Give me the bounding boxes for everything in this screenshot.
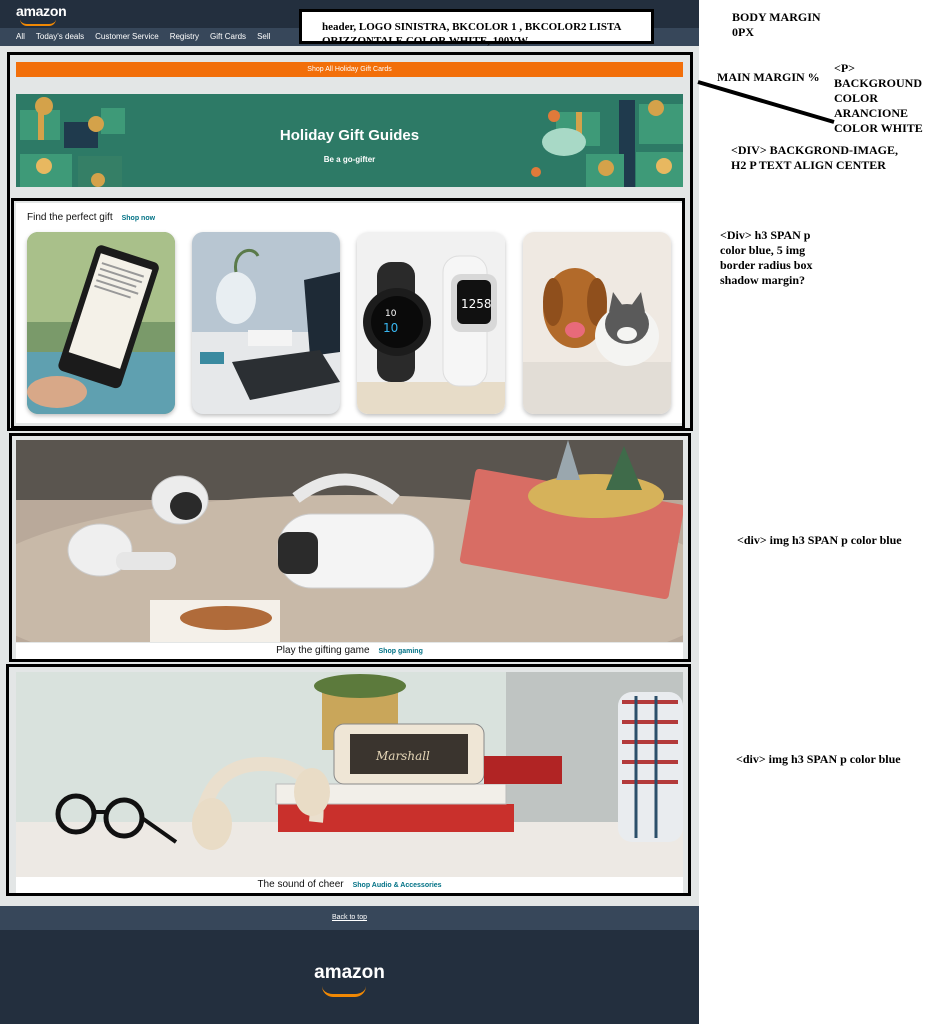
footer-logo-smile-icon — [322, 986, 366, 997]
footer-amazon-logo[interactable]: amazon — [0, 962, 699, 984]
nav-item-gift-cards[interactable]: Gift Cards — [210, 32, 246, 42]
annotation-div-bg-note: <DIV> BACKGROND-IMAGE, H2 P TEXT ALIGN C… — [731, 143, 899, 172]
annotation-gaming-outline — [9, 433, 691, 662]
annotation-div-img-note-2: <div> img h3 SPAN p color blue — [736, 752, 901, 766]
nav-item-customer-service[interactable]: Customer Service — [95, 32, 159, 42]
annotation-body-margin: BODY MARGIN 0PX — [732, 10, 821, 39]
amazon-page: amazon All Today's deals Customer Servic… — [0, 0, 699, 1024]
annotation-div-h3-note: <Div> h3 SPAN p color blue, 5 img border… — [720, 228, 813, 287]
annotation-audio-outline — [6, 664, 691, 896]
annotation-p-note: <P> BACKGROUND COLOR ARANCIONE COLOR WHI… — [834, 61, 923, 135]
nav-item-sell[interactable]: Sell — [257, 32, 270, 42]
back-to-top-link[interactable]: Back to top — [0, 906, 699, 930]
annotation-main-margin: MAIN MARGIN % — [717, 70, 820, 84]
nav-item-todays-deals[interactable]: Today's deals — [36, 32, 84, 42]
nav-item-all[interactable]: All — [16, 32, 25, 42]
annotation-div-img-note-1: <div> img h3 SPAN p color blue — [737, 533, 902, 547]
logo-smile-icon — [20, 19, 56, 26]
nav-item-registry[interactable]: Registry — [170, 32, 199, 42]
annotation-header-note: header, LOGO SINISTRA, BKCOLOR 1 , BKCOL… — [322, 21, 621, 47]
footer: amazon — [0, 930, 699, 1024]
amazon-logo[interactable]: amazon — [16, 3, 67, 19]
annotation-finder-outline — [11, 198, 685, 429]
nav-list: All Today's deals Customer Service Regis… — [16, 32, 270, 42]
annotation-header-box: header, LOGO SINISTRA, BKCOLOR 1 , BKCOL… — [299, 9, 654, 47]
